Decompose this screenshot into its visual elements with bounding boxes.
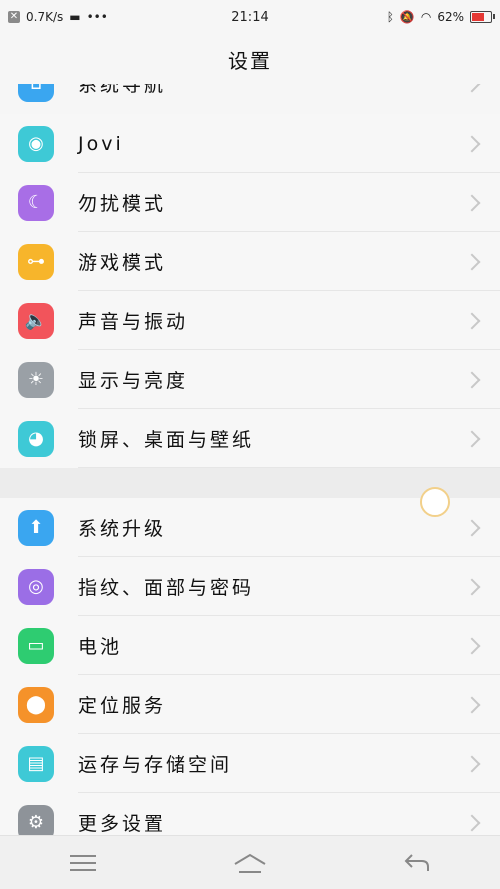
- chevron-right-icon: [463, 430, 481, 447]
- fingerprint-icon: ◎: [18, 568, 54, 605]
- settings-row-label: 定位服务: [78, 695, 167, 717]
- settings-group-1: ◉ Jovi ☾ 勿扰模式 ⊶ 游戏模式 🔈 声音与振动 ☀ 显示与亮度 ◕ 锁屏、桌面与壁纸: [0, 114, 500, 468]
- more-dots-icon: •••: [86, 10, 108, 24]
- location-icon: ⬤: [18, 686, 54, 723]
- home-icon: [234, 853, 266, 873]
- settings-row[interactable]: ⬤ 定位服务: [0, 675, 500, 734]
- settings-row-label: 游戏模式: [78, 252, 167, 274]
- settings-row[interactable]: ⊶ 游戏模式: [0, 232, 500, 291]
- chevron-right-icon: [463, 312, 481, 329]
- settings-row[interactable]: ◕ 锁屏、桌面与壁纸: [0, 409, 500, 468]
- settings-row-label: 指纹、面部与密码: [78, 577, 255, 599]
- chevron-right-icon: [463, 194, 481, 211]
- chevron-right-icon: [463, 696, 481, 713]
- settings-row-label: 更多设置: [78, 813, 167, 835]
- home-button[interactable]: [220, 843, 280, 883]
- chevron-right-icon: [463, 814, 481, 831]
- settings-row-label: 电池: [78, 636, 123, 658]
- touch-indicator: [420, 487, 450, 517]
- settings-row[interactable]: ◉ Jovi: [0, 114, 500, 173]
- settings-row[interactable]: 🔈 声音与振动: [0, 291, 500, 350]
- battery-percent: 62%: [437, 10, 464, 24]
- battery-level-icon: [470, 11, 495, 23]
- settings-row[interactable]: ◎ 指纹、面部与密码: [0, 557, 500, 616]
- video-icon: ▬: [69, 10, 81, 24]
- settings-row[interactable]: ☀ 显示与亮度: [0, 350, 500, 409]
- settings-row-label: 勿扰模式: [78, 193, 167, 215]
- chevron-right-icon: [463, 84, 481, 92]
- wifi-icon: ◠: [420, 10, 432, 24]
- sun-icon: ☀: [18, 361, 54, 398]
- chevron-right-icon: [463, 755, 481, 772]
- settings-row-label: 锁屏、桌面与壁纸: [78, 429, 255, 451]
- upgrade-icon: ⬆: [18, 509, 54, 546]
- battery-icon: ▭: [18, 627, 54, 664]
- speaker-icon: 🔈: [18, 302, 54, 339]
- moon-icon: ☾: [18, 184, 54, 221]
- status-left: ✕ 0.7K/s ▬ •••: [8, 10, 108, 24]
- chevron-right-icon: [463, 519, 481, 536]
- chevron-right-icon: [463, 135, 481, 152]
- settings-row-partial[interactable]: ⌂ 系统导航: [0, 84, 500, 114]
- chevron-right-icon: [463, 578, 481, 595]
- menu-button[interactable]: [53, 843, 113, 883]
- net-speed: 0.7K/s: [26, 10, 64, 24]
- chevron-right-icon: [463, 637, 481, 654]
- chevron-right-icon: [463, 253, 481, 270]
- chevron-right-icon: [463, 371, 481, 388]
- storage-icon: ▤: [18, 745, 54, 782]
- gamepad-icon: ⊶: [18, 243, 54, 280]
- settings-row-label: 运存与存储空间: [78, 754, 233, 776]
- system-nav-bar: [0, 835, 500, 889]
- settings-group-2: ⬆ 系统升级 ◎ 指纹、面部与密码 ▭ 电池 ⬤ 定位服务 ▤ 运存与存储空间 ⚙ 更多设置: [0, 498, 500, 852]
- settings-row[interactable]: ▭ 电池: [0, 616, 500, 675]
- settings-row-label: Jovi: [78, 132, 124, 155]
- settings-row-label: 系统导航: [78, 84, 167, 96]
- status-bar: ✕ 0.7K/s ▬ ••• 21:14 ᛒ 🔕 ◠ 62%: [0, 0, 500, 34]
- notification-close-icon: ✕: [8, 11, 20, 23]
- status-right: ᛒ 🔕 ◠ 62%: [386, 10, 495, 24]
- page-title: 设置: [0, 34, 500, 84]
- settings-row[interactable]: ☾ 勿扰模式: [0, 173, 500, 232]
- settings-list: ⌂ 系统导航 ◉ Jovi ☾ 勿扰模式 ⊶ 游戏模式 🔈 声音与振动 ☀ 显示与亮度 ◕ 锁屏、桌面…: [0, 84, 500, 852]
- settings-row[interactable]: ▤ 运存与存储空间: [0, 734, 500, 793]
- nav-icon: ⌂: [18, 84, 54, 102]
- palette-icon: ◕: [18, 420, 54, 457]
- status-time: 21:14: [231, 9, 269, 25]
- back-button[interactable]: [387, 843, 447, 883]
- settings-row-label: 声音与振动: [78, 311, 189, 333]
- settings-row-label: 显示与亮度: [78, 370, 189, 392]
- bluetooth-icon: ᛒ: [386, 10, 394, 24]
- menu-icon: [70, 854, 97, 871]
- mute-bell-icon: 🔕: [399, 10, 415, 24]
- settings-row-label: 系统升级: [78, 518, 167, 540]
- back-icon: [404, 853, 429, 871]
- jovi-icon: ◉: [18, 125, 54, 162]
